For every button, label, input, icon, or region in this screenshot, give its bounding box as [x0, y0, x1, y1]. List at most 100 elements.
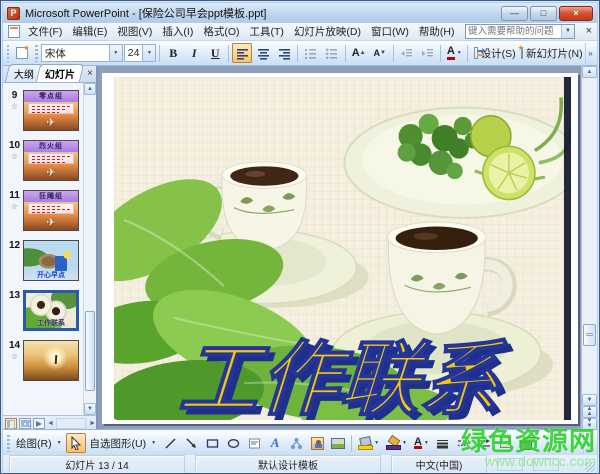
scroll-down-button[interactable]: ▼	[582, 394, 597, 406]
menu-edit[interactable]: 编辑(E)	[67, 22, 112, 41]
italic-button[interactable]: I	[184, 43, 204, 63]
toolbar-grip[interactable]	[35, 45, 37, 62]
menu-slideshow[interactable]: 幻灯片放映(D)	[289, 22, 366, 41]
slideshow-view-button[interactable]	[33, 418, 45, 429]
insert-wordart-button[interactable]: A	[265, 433, 285, 453]
menu-insert[interactable]: 插入(I)	[157, 22, 198, 41]
next-slide-button[interactable]: ▼▼	[582, 418, 597, 430]
menu-file[interactable]: 文件(F)	[23, 22, 67, 41]
insert-picture-button[interactable]	[328, 433, 348, 453]
scroll-up-button[interactable]: ▲	[582, 66, 597, 78]
design-button[interactable]: 设计(S)	[471, 43, 519, 63]
font-name-combo[interactable]: 宋体 ▼	[41, 44, 123, 62]
text-box-button[interactable]	[244, 433, 264, 453]
arrow-tool-button[interactable]	[181, 433, 201, 453]
panel-scroll-thumb[interactable]	[85, 311, 95, 391]
separator	[345, 45, 346, 62]
slide-wordart-text[interactable]: 工作联系	[176, 335, 509, 420]
slide-photo[interactable]: 工作联系 工作联系	[114, 77, 571, 420]
language-indicator[interactable]: 中文(中国)	[391, 455, 487, 474]
menu-tools[interactable]: 工具(T)	[245, 22, 289, 41]
underline-button[interactable]: U	[205, 43, 225, 63]
powerpoint-window: P Microsoft PowerPoint - [保险公司早会ppt模板.pp…	[0, 0, 600, 474]
numbering-button[interactable]	[301, 43, 321, 63]
diagram-icon	[290, 437, 303, 450]
slide-wordart[interactable]: 工作联系 工作联系	[176, 335, 515, 420]
autoshapes-menu-button[interactable]: 自选图形(U) ▼	[87, 433, 160, 453]
toolbar-options-button[interactable]: »	[583, 433, 595, 454]
align-left-button[interactable]	[232, 43, 252, 63]
close-document-button[interactable]: ×	[586, 25, 592, 38]
line-color-button[interactable]: ▼	[383, 433, 410, 453]
scroll-left-icon[interactable]: ◄	[47, 420, 54, 427]
picture-icon	[331, 438, 345, 449]
menu-help[interactable]: 帮助(H)	[414, 22, 460, 41]
help-search-input[interactable]	[466, 26, 561, 37]
panel-close-icon[interactable]: ×	[87, 68, 93, 79]
shadow-style-button[interactable]	[496, 433, 516, 453]
panel-scroll-up-button[interactable]: ▲	[84, 83, 96, 95]
maximize-button[interactable]: □	[530, 6, 557, 21]
align-right-button[interactable]	[274, 43, 294, 63]
line-tool-button[interactable]	[160, 433, 180, 453]
design-template-indicator[interactable]: 默认设计模板	[195, 455, 381, 474]
panel-scroll-down-button[interactable]: ▼	[84, 403, 96, 415]
toolbar-grip[interactable]	[7, 435, 10, 452]
fill-color-button[interactable]: ▼	[355, 433, 382, 453]
slide-sorter-view-button[interactable]	[19, 418, 31, 429]
menu-window[interactable]: 窗口(W)	[366, 22, 414, 41]
toolbar-options-button[interactable]: »	[585, 43, 595, 64]
align-center-button[interactable]	[253, 43, 273, 63]
drawing-toolbar: 绘图(R) ▼ 自选图形(U) ▼ A ▼ ▼ A▼ »	[3, 430, 597, 455]
font-dropdown-icon[interactable]: ▼	[109, 45, 122, 61]
panel-scroll-track[interactable]	[84, 95, 96, 403]
menu-format[interactable]: 格式(O)	[198, 22, 244, 41]
insert-clipart-button[interactable]	[307, 433, 327, 453]
slide-canvas[interactable]: 工作联系 工作联系	[102, 73, 578, 424]
select-objects-button[interactable]	[66, 433, 86, 453]
size-dropdown-icon[interactable]: ▼	[142, 45, 155, 61]
panel-scrollbar[interactable]: ▲ ▼	[83, 83, 96, 415]
toolbar-grip[interactable]	[7, 45, 9, 62]
slide-indicator: 幻灯片 13 / 14	[9, 455, 185, 474]
resize-grip[interactable]	[585, 462, 595, 472]
new-slide-button[interactable]: 新幻灯片(N)	[520, 43, 584, 63]
help-search-dropdown-icon[interactable]: ▼	[561, 25, 574, 38]
vertical-scrollbar[interactable]: ▲ ▼ ▲▲ ▼▼	[581, 66, 597, 430]
panel-hscroll-track[interactable]	[56, 418, 86, 429]
dash-style-button[interactable]	[454, 433, 474, 453]
3d-style-button[interactable]	[517, 433, 537, 453]
thumb-grip	[586, 333, 593, 337]
rectangle-tool-button[interactable]	[202, 433, 222, 453]
close-button[interactable]: ×	[559, 6, 593, 21]
down-arrow-icon: ▼	[87, 406, 93, 412]
scroll-thumb[interactable]	[583, 324, 596, 346]
increase-indent-button[interactable]	[417, 43, 437, 63]
new-slide-icon-button[interactable]	[12, 43, 32, 63]
red-text-line	[32, 109, 65, 110]
decrease-font-size-button[interactable]: A▼	[370, 43, 390, 63]
bullets-button[interactable]	[322, 43, 342, 63]
font-color-dropdown-icon[interactable]: ▼	[457, 50, 462, 56]
arrow-style-button[interactable]	[475, 433, 495, 453]
minimize-button[interactable]: —	[501, 6, 528, 21]
font-size-combo[interactable]: 24 ▼	[124, 44, 157, 62]
font-color-button-2[interactable]: A▼	[411, 433, 432, 453]
scroll-track[interactable]	[582, 78, 597, 394]
line-style-button[interactable]	[433, 433, 453, 453]
tab-slides[interactable]: 幻灯片	[36, 64, 84, 82]
bold-button[interactable]: B	[163, 43, 183, 63]
insert-diagram-button[interactable]	[286, 433, 306, 453]
document-icon[interactable]	[8, 25, 20, 38]
previous-slide-button[interactable]: ▲▲	[582, 406, 597, 418]
menu-view[interactable]: 视图(V)	[112, 22, 157, 41]
scroll-right-icon[interactable]: ►	[89, 420, 96, 427]
draw-menu-button[interactable]: 绘图(R) ▼	[13, 433, 65, 453]
oval-tool-button[interactable]	[223, 433, 243, 453]
font-color-button[interactable]: A▼	[444, 43, 464, 63]
slide-workspace[interactable]: 工作联系 工作联系	[98, 66, 581, 430]
slides-panel: 大纲 幻灯片 × 9☆ 零点组 ✈ 10☆ 烈火组	[3, 66, 98, 430]
normal-view-button[interactable]	[5, 418, 17, 429]
increase-font-size-button[interactable]: A▲	[349, 43, 369, 63]
decrease-indent-button[interactable]	[396, 43, 416, 63]
